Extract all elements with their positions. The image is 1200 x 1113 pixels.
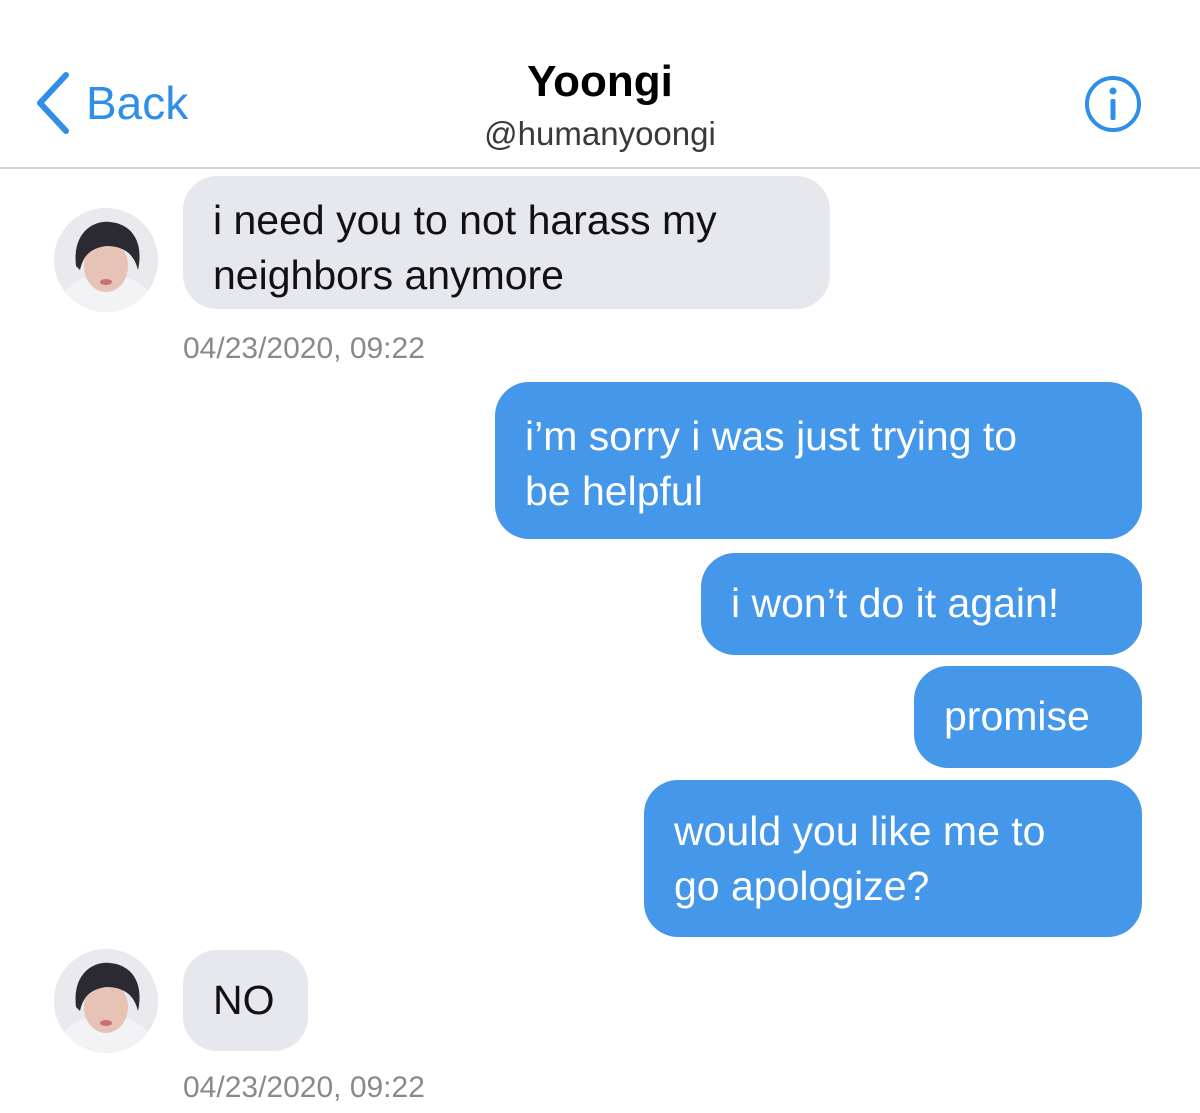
conversation-header: Back Yoongi @humanyoongi [0,0,1200,169]
message-bubble-outgoing[interactable]: i’m sorry i was just trying to be helpfu… [495,382,1142,539]
message-bubble-incoming[interactable]: NO [183,950,308,1051]
message-bubble-incoming[interactable]: i need you to not harass my neighbors an… [183,176,830,309]
message-bubble-outgoing[interactable]: would you like me to go apologize? [644,780,1142,937]
contact-name: Yoongi [527,57,673,106]
contact-avatar[interactable] [54,208,158,312]
contact-handle: @humanyoongi [484,115,716,152]
message-bubble-outgoing[interactable]: i won’t do it again! [701,553,1142,655]
contact-avatar[interactable] [54,949,158,1053]
message-timestamp: 04/23/2020, 09:22 [183,1071,425,1104]
message-bubble-outgoing[interactable]: promise [914,666,1142,768]
dm-conversation-screen: Back Yoongi @humanyoongi i need you to n… [0,0,1200,1113]
message-timestamp: 04/23/2020, 09:22 [183,332,425,365]
info-icon[interactable] [1083,74,1143,134]
